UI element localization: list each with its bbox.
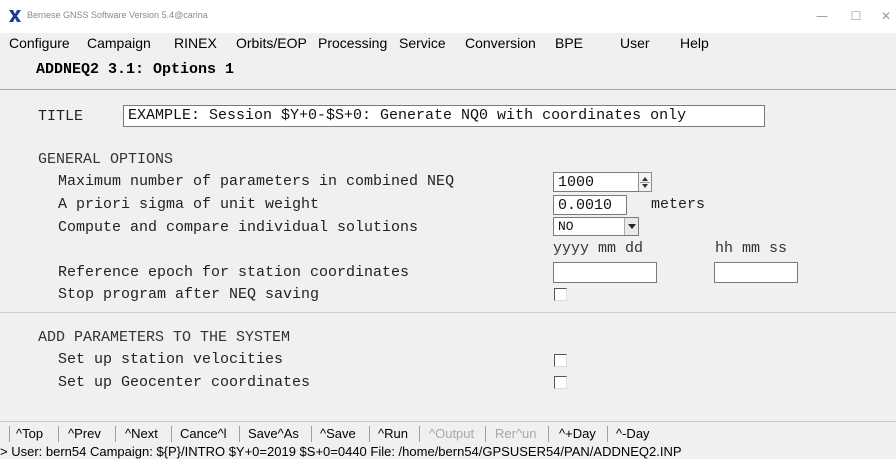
stop-after-neq-checkbox[interactable] (554, 288, 567, 301)
output-button[interactable]: ^Output (429, 426, 474, 441)
general-options-heading: GENERAL OPTIONS (38, 151, 174, 168)
ref-epoch-time-input[interactable] (714, 262, 798, 283)
station-velocities-label: Set up station velocities (58, 351, 284, 368)
window-title: Bernese GNSS Software Version 5.4@carina (27, 10, 208, 20)
prev-button[interactable]: ^Prev (68, 426, 101, 441)
status-bar: > User: bern54 Campaign: ${P}/INTRO $Y+0… (0, 445, 896, 459)
sigma-label: A priori sigma of unit weight (58, 196, 320, 213)
stop-after-neq-label: Stop program after NEQ saving (58, 286, 320, 303)
compute-dropdown-button[interactable] (624, 218, 638, 235)
maximize-icon[interactable]: ☐ (841, 6, 871, 26)
menu-conversion[interactable]: Conversion (465, 35, 536, 51)
rerun-button[interactable]: Rer^un (495, 426, 537, 441)
geocenter-label: Set up Geocenter coordinates (58, 374, 311, 391)
chevron-down-icon (628, 224, 636, 229)
plus-day-button[interactable]: ^+Day (559, 426, 596, 441)
spin-down-icon[interactable] (642, 184, 648, 188)
time-header: hh mm ss (715, 240, 788, 257)
menu-campaign[interactable]: Campaign (87, 35, 151, 51)
minimize-icon[interactable]: — (807, 6, 837, 26)
spin-up-icon[interactable] (642, 177, 648, 181)
sigma-input[interactable]: 0.0010 (553, 195, 627, 215)
top-button[interactable]: ^Top (16, 426, 43, 441)
ref-epoch-date-input[interactable] (553, 262, 657, 283)
geocenter-checkbox[interactable] (554, 376, 567, 389)
menu-bpe[interactable]: BPE (555, 35, 583, 51)
navigation-toolbar: ^Top ^Prev ^Next Cance^l Save^As ^Save ^… (0, 421, 896, 445)
run-button[interactable]: ^Run (378, 426, 408, 441)
menu-orbits-eop[interactable]: Orbits/EOP (236, 35, 307, 51)
station-velocities-checkbox[interactable] (554, 354, 567, 367)
options-panel: ADDNEQ2 3.1: Options 1 TITLE EXAMPLE: Se… (0, 53, 896, 421)
close-icon[interactable]: ✕ (871, 6, 896, 26)
next-button[interactable]: ^Next (125, 426, 158, 441)
menu-help[interactable]: Help (680, 35, 709, 51)
section-divider (0, 312, 896, 313)
panel-heading: ADDNEQ2 3.1: Options 1 (36, 61, 235, 78)
menu-configure[interactable]: Configure (9, 35, 70, 51)
compute-label: Compute and compare individual solutions (58, 219, 419, 236)
menu-rinex[interactable]: RINEX (174, 35, 217, 51)
max-params-label: Maximum number of parameters in combined… (58, 173, 455, 190)
bernese-app-icon (9, 10, 21, 22)
date-header: yyyy mm dd (553, 240, 644, 257)
title-label: TITLE (38, 108, 84, 125)
minus-day-button[interactable]: ^-Day (616, 426, 650, 441)
ref-epoch-label: Reference epoch for station coordinates (58, 264, 410, 281)
menu-bar: Configure Campaign RINEX Orbits/EOP Proc… (0, 33, 896, 53)
sigma-unit: meters (651, 196, 706, 213)
menu-processing[interactable]: Processing (318, 35, 387, 51)
menu-user[interactable]: User (620, 35, 650, 51)
cancel-button[interactable]: Cance^l (180, 426, 227, 441)
menu-service[interactable]: Service (399, 35, 446, 51)
max-params-spinner[interactable] (638, 172, 652, 192)
title-input[interactable]: EXAMPLE: Session $Y+0-$S+0: Generate NQ0… (123, 105, 765, 127)
save-as-button[interactable]: Save^As (248, 426, 299, 441)
save-button[interactable]: ^Save (320, 426, 356, 441)
heading-divider (0, 89, 896, 90)
title-bar: Bernese GNSS Software Version 5.4@carina… (0, 0, 896, 33)
max-params-input[interactable]: 1000 (553, 172, 639, 192)
add-params-heading: ADD PARAMETERS TO THE SYSTEM (38, 329, 291, 346)
